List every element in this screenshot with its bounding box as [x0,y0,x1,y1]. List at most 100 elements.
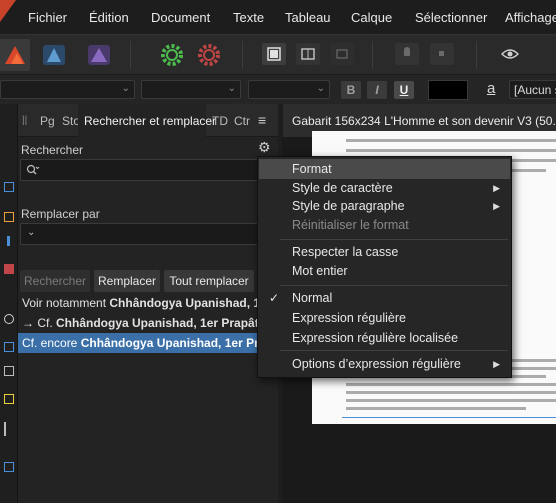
fill-tool-icon[interactable] [4,394,14,404]
preferences-button[interactable] [197,43,221,67]
tab-character[interactable]: Ctr [234,114,250,128]
master-page-button[interactable] [262,43,286,65]
text-style-field[interactable]: [Aucun s [509,80,556,99]
menu-separator [280,239,508,240]
menu-item-match-case[interactable]: Respecter la casse [259,242,510,262]
submenu-arrow-icon: ▶ [493,201,500,211]
font-family-field[interactable]: ⌄ [0,80,135,99]
menu-item-normal[interactable]: ✓ Normal [259,288,510,308]
designer-persona-icon [43,45,65,65]
result-item[interactable]: → Cf. Chhândogya Upanishad, 1er Prapâth [18,313,278,333]
chevron-down-icon: ⌄ [27,227,36,238]
anchor-icon [439,51,444,56]
result-item[interactable]: Voir notamment Chhândogya Upanishad, 1 [18,293,278,313]
master-page-icon [267,47,281,61]
result-prefix: → Cf. [22,316,57,330]
frame-selection-line [342,417,556,418]
find-button[interactable]: Rechercher [20,270,90,292]
menu-texte[interactable]: Texte [233,10,264,25]
menu-item-localized-regex[interactable]: Expression régulière localisée [259,328,510,348]
facing-pages-button[interactable] [296,43,320,65]
tab-toc[interactable]: TD [212,114,228,128]
menu-selectionner[interactable]: Sélectionner [415,10,487,25]
result-match: Chhândogya Upanishad, 1er Prapâth [56,316,267,330]
menu-item-label: Style de paragraphe [292,199,405,213]
photo-persona-button[interactable] [87,44,111,66]
artistic-text-tool-icon[interactable] [7,236,10,246]
chevron-down-icon: ⌄ [121,83,130,94]
font-size-field[interactable]: ⌄ [248,80,330,99]
pin-icon [404,47,410,56]
text-style-icon: a [487,80,496,97]
tab-pages[interactable]: Pg [40,114,55,128]
menu-item-character-style[interactable]: Style de caractère ▶ [259,178,510,198]
search-label: Rechercher [21,143,84,157]
menu-item-label: Style de caractère [292,181,393,195]
tab-find-replace[interactable]: Rechercher et remplacer [84,114,216,128]
result-item-selected[interactable]: Cf. encore Chhândogya Upanishad, 1er Pra [18,333,278,353]
text-color-swatch[interactable] [428,80,468,100]
menu-item-label: Expression régulière localisée [292,331,459,345]
menu-calque[interactable]: Calque [351,10,392,25]
menu-item-label: Réinitialiser le format [292,218,409,232]
menu-item-regex[interactable]: Expression régulière [259,308,510,328]
replace-button[interactable]: Remplacer [94,270,160,292]
zoom-tool-icon[interactable] [4,462,14,472]
spread-button[interactable] [330,43,354,65]
menu-item-whole-word[interactable]: Mot entier [259,261,510,281]
submenu-arrow-icon: ▶ [493,359,500,369]
shape-tool-icon[interactable] [4,314,14,324]
menu-item-regex-options[interactable]: Options d’expression régulière ▶ [259,354,510,374]
find-replace-panel: || Pg Sto Rechercher et remplacer TD Ctr… [18,104,278,503]
pen-tool-icon[interactable] [4,422,14,436]
font-style-field[interactable]: ⌄ [141,80,241,99]
designer-persona-button[interactable] [42,44,66,66]
checkmark-icon: ✓ [269,291,280,305]
preview-button[interactable] [500,45,520,63]
publisher-persona-icon [5,46,25,64]
preferences-gear-icon [198,44,220,66]
anchor-button[interactable] [430,43,454,65]
menu-affichage[interactable]: Affichage [505,10,556,25]
ellipse-tool-icon[interactable] [4,366,14,376]
menu-tableau[interactable]: Tableau [285,10,331,25]
menu-item-paragraph-style[interactable]: Style de paragraphe ▶ [259,196,510,216]
tools-strip [0,104,18,503]
menu-item-format[interactable]: Format [259,159,510,179]
replace-input[interactable]: ⌄ [20,223,276,245]
publisher-persona-button[interactable] [0,39,30,71]
submenu-arrow-icon: ▶ [493,183,500,193]
result-prefix: Voir notamment [22,296,110,310]
gear-icon[interactable]: ⚙ [258,139,271,156]
rectangle-tool-icon[interactable] [4,342,14,352]
result-prefix: Cf. encore [22,336,81,350]
replace-all-button[interactable]: Tout remplacer [164,270,254,292]
menu-item-reset-format[interactable]: Réinitialiser le format [259,215,510,235]
menu-item-label: Format [292,162,332,176]
text-style-value: [Aucun s [514,83,556,97]
menu-item-label: Options d’expression régulière [292,357,461,371]
bold-button[interactable]: B [341,81,361,99]
settings-button[interactable] [160,43,184,67]
underline-button[interactable]: U [394,81,414,99]
italic-button[interactable]: I [367,81,387,99]
menu-edition[interactable]: Édition [89,10,129,25]
picture-frame-tool-icon[interactable] [4,212,14,222]
replace-label: Remplacer par [21,207,100,221]
document-title: Gabarit 156x234 L'Homme et son devenir V… [292,114,556,128]
table-tool-icon[interactable] [4,264,14,274]
app-logo-icon [0,0,16,22]
panel-menu-icon[interactable]: ≡ [258,112,266,128]
menu-item-label: Respecter la casse [292,245,399,259]
menu-item-label: Expression régulière [292,311,406,325]
toolbar [0,34,556,74]
menu-document[interactable]: Document [151,10,210,25]
menu-bar: Fichier Édition Document Texte Tableau C… [0,0,556,34]
pin-button[interactable] [395,43,419,65]
menu-fichier[interactable]: Fichier [28,10,67,25]
menu-item-label: Mot entier [292,264,348,278]
frame-text-tool-icon[interactable] [4,182,14,192]
menu-separator [280,350,508,351]
search-input[interactable] [20,159,276,181]
chevron-down-icon: ⌄ [316,83,325,94]
